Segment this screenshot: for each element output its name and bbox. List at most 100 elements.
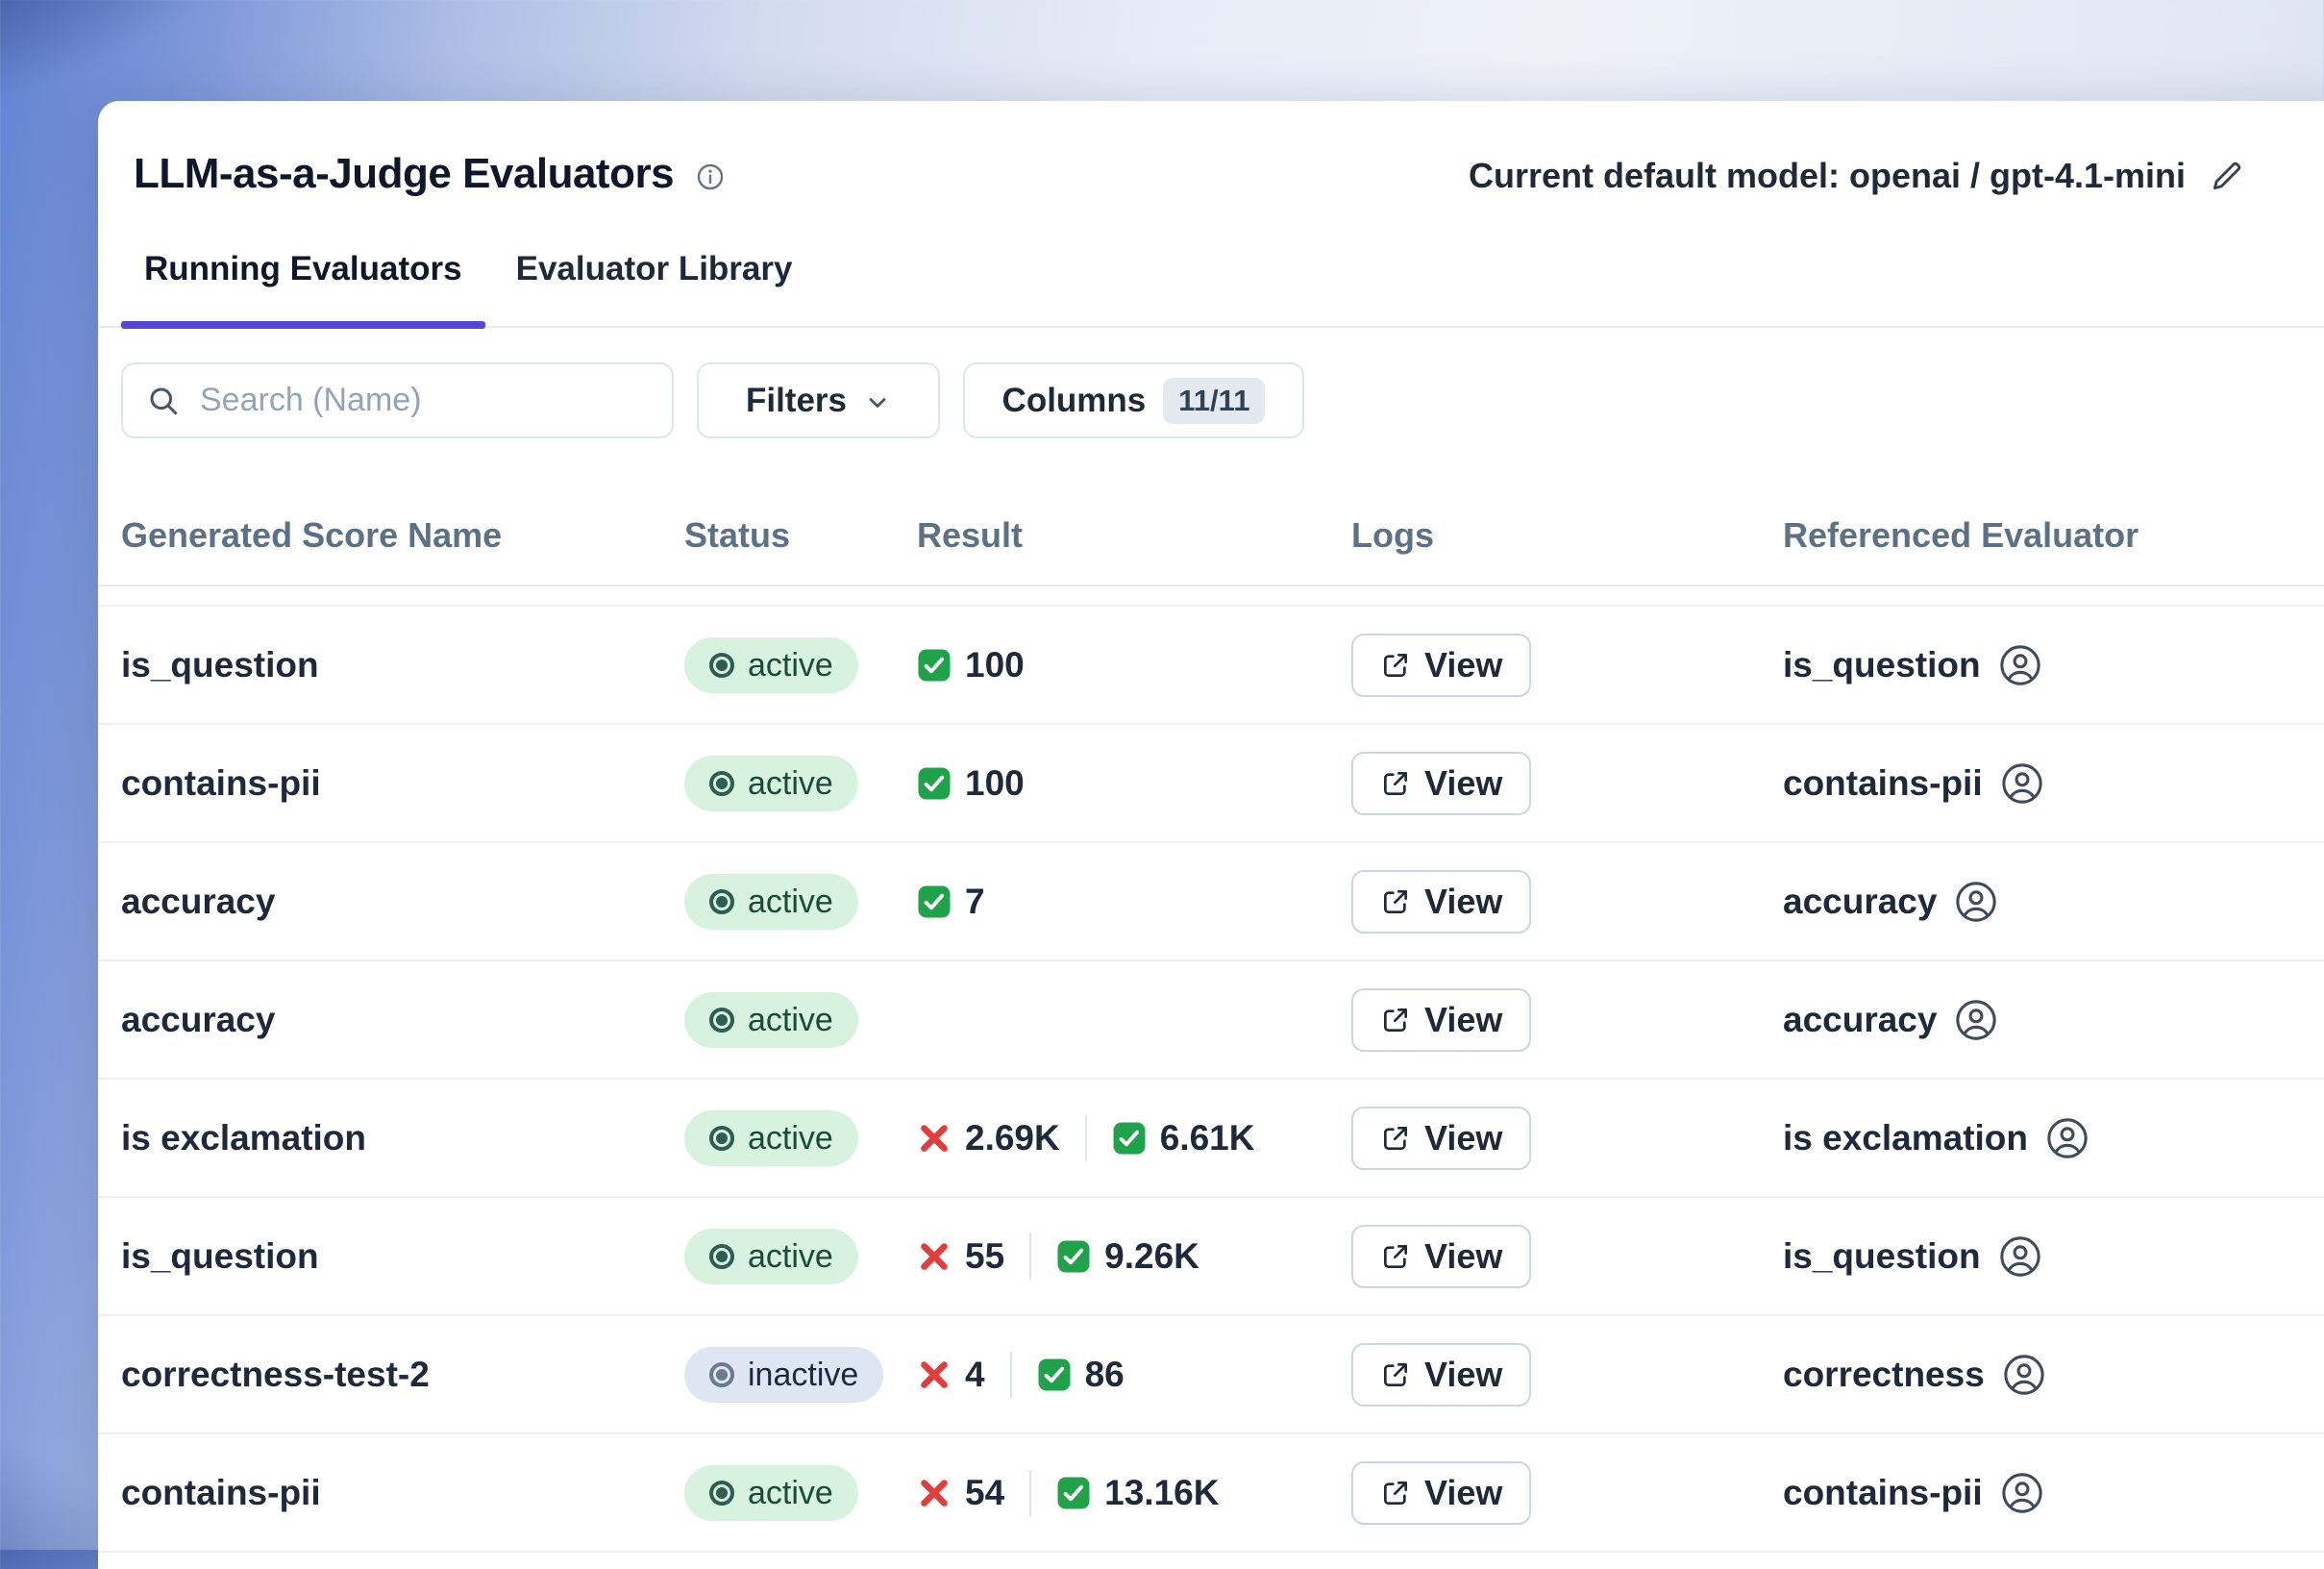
external-link-icon: [1380, 650, 1411, 681]
view-label: View: [1424, 1118, 1502, 1158]
pass-check-icon: [917, 884, 952, 919]
pass-check-icon: [917, 766, 952, 801]
status-badge: active: [684, 637, 858, 693]
external-link-icon: [1380, 1005, 1411, 1035]
edit-pencil-icon[interactable]: [2209, 158, 2245, 194]
columns-label: Columns: [1002, 382, 1147, 420]
table-row: is_question active 559.26K View is_quest…: [98, 1198, 2324, 1316]
score-name: correctness-test-2: [121, 1355, 430, 1395]
status-label: active: [748, 646, 833, 685]
status-badge: active: [684, 1465, 858, 1521]
person-icon: [2000, 761, 2044, 806]
result-cell: 7: [917, 882, 1351, 922]
columns-count-badge: 11/11: [1163, 378, 1265, 424]
result-divider: [1010, 1352, 1012, 1398]
search-box[interactable]: [121, 362, 674, 438]
fail-x-icon: [917, 1239, 952, 1274]
person-icon: [2000, 1471, 2044, 1515]
table-row: contains-pii active 5413.16K View contai…: [98, 1434, 2324, 1553]
referenced-evaluator-name: accuracy: [1783, 882, 1937, 922]
pass-check-icon: [1112, 1121, 1147, 1156]
status-label: active: [748, 1001, 833, 1039]
status-badge: active: [684, 1229, 858, 1284]
table-row: accuracy active 7 View accuracy: [98, 843, 2324, 961]
pass-count: 13.16K: [1056, 1473, 1219, 1513]
result-cell: 100: [917, 763, 1351, 804]
status-dot-icon: [709, 653, 734, 678]
status-badge: active: [684, 756, 858, 811]
columns-button[interactable]: Columns 11/11: [963, 362, 1304, 438]
pass-count: 7: [917, 882, 985, 922]
referenced-evaluator-name: contains-pii: [1783, 1473, 1983, 1513]
toolbar: Filters Columns 11/11: [98, 362, 2324, 438]
partial-row: [98, 586, 2324, 607]
view-logs-button[interactable]: View: [1351, 870, 1531, 934]
person-icon: [2002, 1353, 2046, 1397]
external-link-icon: [1380, 1478, 1411, 1508]
referenced-evaluator-name: is_question: [1783, 1236, 1981, 1277]
status-label: active: [748, 883, 833, 921]
view-logs-button[interactable]: View: [1351, 1343, 1531, 1407]
referenced-evaluator-name: contains-pii: [1783, 763, 1983, 804]
fail-count: 54: [917, 1473, 1004, 1513]
tab-bar: Running Evaluators Evaluator Library: [98, 249, 2324, 328]
status-dot-icon: [709, 1008, 734, 1033]
score-name: accuracy: [121, 882, 275, 922]
table-row: accuracy active View accuracy: [98, 961, 2324, 1080]
person-icon: [2045, 1116, 2089, 1160]
chevron-down-icon: [864, 389, 891, 416]
column-header-result: Result: [917, 515, 1351, 556]
status-dot-icon: [709, 1126, 734, 1151]
result-cell: 55 9.26K: [917, 1233, 1351, 1280]
view-label: View: [1424, 882, 1502, 922]
tab-running-evaluators[interactable]: Running Evaluators: [121, 249, 485, 326]
fail-count: 55: [917, 1236, 1004, 1277]
result-cell: 100: [917, 645, 1351, 685]
view-label: View: [1424, 763, 1502, 804]
info-icon[interactable]: [695, 162, 726, 192]
panel-header: LLM-as-a-Judge Evaluators Current defaul…: [98, 101, 2324, 199]
referenced-evaluator-name: is exclamation: [1783, 1118, 2028, 1158]
pass-count: 9.26K: [1056, 1236, 1199, 1277]
referenced-evaluator-name: correctness: [1783, 1355, 1985, 1395]
search-input[interactable]: [200, 382, 649, 419]
table-row: contains-pii active 100 View contains-pi…: [98, 725, 2324, 843]
view-logs-button[interactable]: View: [1351, 634, 1531, 697]
filters-button[interactable]: Filters: [697, 362, 940, 438]
pass-count: 6.61K: [1112, 1118, 1255, 1158]
person-icon: [1954, 880, 1998, 924]
view-logs-button[interactable]: View: [1351, 1225, 1531, 1288]
view-logs-button[interactable]: View: [1351, 1461, 1531, 1525]
result-divider: [1085, 1115, 1087, 1161]
view-label: View: [1424, 1473, 1502, 1513]
view-label: View: [1424, 1000, 1502, 1040]
pass-count: 100: [917, 763, 1025, 804]
table-row: correctness-test-2 inactive 486 View cor…: [98, 1316, 2324, 1434]
view-label: View: [1424, 645, 1502, 685]
result-divider: [1029, 1470, 1031, 1516]
status-label: active: [748, 1119, 833, 1158]
tab-evaluator-library[interactable]: Evaluator Library: [493, 249, 816, 326]
view-logs-button[interactable]: View: [1351, 1107, 1531, 1170]
filters-label: Filters: [746, 382, 847, 420]
result-cell: 54 13.16K: [917, 1470, 1351, 1516]
person-icon: [1998, 643, 2042, 687]
score-name: is_question: [121, 645, 319, 685]
pass-count: 100: [917, 645, 1025, 685]
status-dot-icon: [709, 771, 734, 796]
pass-check-icon: [1056, 1476, 1091, 1510]
status-dot-icon: [709, 1244, 734, 1269]
status-dot-icon: [709, 889, 734, 914]
table-body: is_question active 100 View is_question: [98, 607, 2324, 1553]
person-icon: [1998, 1234, 2042, 1279]
view-logs-button[interactable]: View: [1351, 988, 1531, 1052]
page-title: LLM-as-a-Judge Evaluators: [134, 149, 674, 199]
score-name: contains-pii: [121, 763, 321, 804]
view-logs-button[interactable]: View: [1351, 752, 1531, 815]
table-row: is exclamation active 2.69K6.61K View is…: [98, 1080, 2324, 1198]
status-label: active: [748, 1474, 833, 1512]
fail-x-icon: [917, 1476, 952, 1510]
external-link-icon: [1380, 1123, 1411, 1154]
table-row: is_question active 100 View is_question: [98, 607, 2324, 725]
status-label: active: [748, 764, 833, 803]
